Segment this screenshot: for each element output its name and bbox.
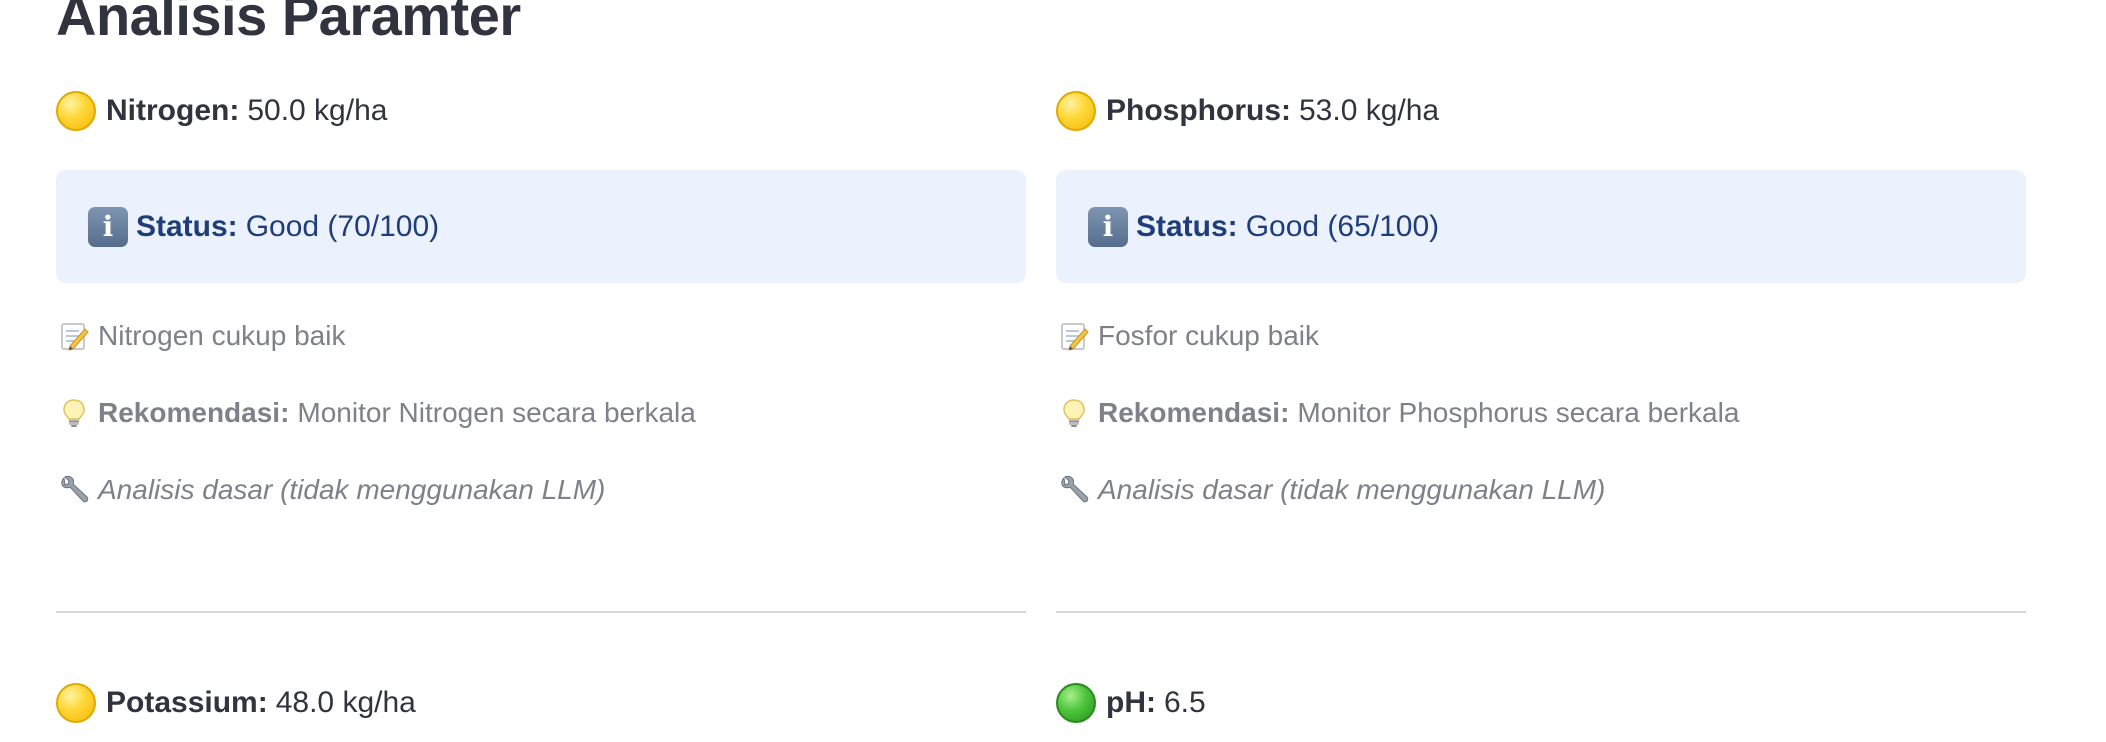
memo-icon	[56, 318, 92, 354]
parameter-name: Phosphorus:	[1106, 94, 1291, 127]
status-alert: i Status: Good (65/100)	[1056, 170, 2026, 283]
wrench-icon	[1056, 472, 1092, 508]
yellow-circle-icon	[1056, 91, 1096, 131]
parameter-name: Nitrogen:	[106, 94, 240, 127]
recommendation-label: Rekomendasi:	[98, 397, 290, 428]
green-circle-icon	[1056, 683, 1096, 723]
parameter-heading-potassium: Potassium: 48.0 kg/ha	[56, 681, 416, 725]
lightbulb-icon	[1056, 395, 1092, 431]
parameter-value: 50.0 kg/ha	[247, 94, 388, 127]
analysis-method: Analisis dasar (tidak menggunakan LLM)	[1056, 468, 1605, 512]
yellow-circle-icon	[56, 683, 96, 723]
note-text: Nitrogen cukup baik	[98, 320, 346, 351]
parameter-value: 48.0 kg/ha	[275, 686, 416, 719]
analysis-method: Analisis dasar (tidak menggunakan LLM)	[56, 468, 605, 512]
status-alert: i Status: Good (70/100)	[56, 170, 1026, 283]
wrench-icon	[56, 472, 92, 508]
info-icon: i	[1088, 206, 1128, 247]
section-divider	[1056, 611, 2026, 613]
lightbulb-icon	[56, 395, 92, 431]
parameter-value: 6.5	[1163, 686, 1206, 719]
parameter-note: Fosfor cukup baik	[1056, 314, 1319, 358]
info-icon: i	[88, 206, 128, 247]
recommendation-label: Rekomendasi:	[1098, 397, 1290, 428]
method-text: Analisis dasar (tidak menggunakan LLM)	[1098, 474, 1606, 505]
section-divider	[56, 611, 1026, 613]
method-text: Analisis dasar (tidak menggunakan LLM)	[98, 474, 606, 505]
memo-icon	[1056, 318, 1092, 354]
parameter-name: pH:	[1106, 686, 1156, 719]
recommendation-text: Monitor Nitrogen secara berkala	[297, 397, 696, 428]
status-value: Good (70/100)	[245, 209, 440, 243]
status-label: Status:	[136, 209, 238, 243]
yellow-circle-icon	[56, 91, 96, 131]
recommendation-text: Monitor Phosphorus secara berkala	[1297, 397, 1740, 428]
parameter-heading-nitrogen: Nitrogen: 50.0 kg/ha	[56, 89, 387, 133]
parameter-column-phosphorus: Phosphorus: 53.0 kg/ha i Status: Good (6…	[1056, 0, 2026, 742]
recommendation: Rekomendasi: Monitor Nitrogen secara ber…	[56, 391, 696, 435]
parameter-column-nitrogen: Nitrogen: 50.0 kg/ha i Status: Good (70/…	[56, 0, 1026, 742]
parameter-heading-phosphorus: Phosphorus: 53.0 kg/ha	[1056, 89, 1439, 133]
parameter-value: 53.0 kg/ha	[1299, 94, 1440, 127]
parameter-name: Potassium:	[106, 686, 268, 719]
status-value: Good (65/100)	[1245, 209, 1440, 243]
parameter-heading-ph: pH: 6.5	[1056, 681, 1206, 725]
recommendation: Rekomendasi: Monitor Phosphorus secara b…	[1056, 391, 1739, 435]
status-label: Status:	[1136, 209, 1238, 243]
note-text: Fosfor cukup baik	[1098, 320, 1319, 351]
parameter-note: Nitrogen cukup baik	[56, 314, 345, 358]
